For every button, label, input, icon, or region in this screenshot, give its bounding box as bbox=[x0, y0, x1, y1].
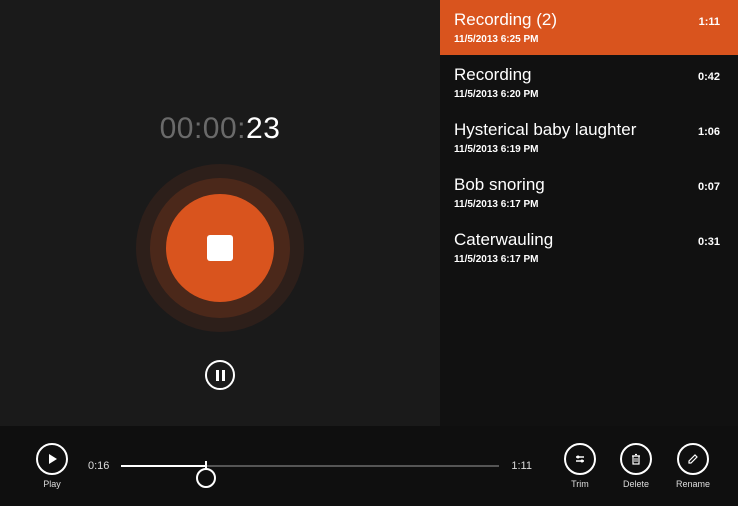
play-icon bbox=[46, 453, 58, 465]
playback-current-time: 0:16 bbox=[88, 460, 109, 472]
timer-seconds: 23 bbox=[246, 112, 280, 145]
rename-label: Rename bbox=[676, 479, 710, 489]
recording-title: Recording bbox=[454, 65, 539, 85]
recording-duration: 1:06 bbox=[698, 120, 720, 138]
recording-item[interactable]: Recording (2) 11/5/2013 6:25 PM 1:11 bbox=[440, 0, 738, 55]
trim-button[interactable] bbox=[564, 443, 596, 475]
recording-timestamp: 11/5/2013 6:19 PM bbox=[454, 144, 636, 155]
playback-bar: Play 0:16 1:11 Trim bbox=[0, 426, 738, 506]
recording-item[interactable]: Recording 11/5/2013 6:20 PM 0:42 bbox=[440, 55, 738, 110]
delete-button[interactable] bbox=[620, 443, 652, 475]
pencil-icon bbox=[686, 452, 700, 466]
stop-icon bbox=[207, 235, 233, 261]
pause-button[interactable] bbox=[205, 360, 235, 390]
trim-icon bbox=[573, 452, 587, 466]
recording-duration: 0:31 bbox=[698, 230, 720, 248]
recording-timestamp: 11/5/2013 6:20 PM bbox=[454, 89, 539, 100]
recording-title: Bob snoring bbox=[454, 175, 545, 195]
recording-title: Recording (2) bbox=[454, 10, 557, 30]
recording-timestamp: 11/5/2013 6:17 PM bbox=[454, 254, 553, 265]
pause-icon bbox=[216, 370, 225, 381]
recording-duration: 0:42 bbox=[698, 65, 720, 83]
recording-timer: 00:00:23 bbox=[160, 112, 281, 146]
delete-label: Delete bbox=[623, 479, 649, 489]
scrubber-handle[interactable] bbox=[196, 468, 216, 488]
trash-icon bbox=[629, 452, 643, 466]
stop-record-button[interactable] bbox=[166, 194, 274, 302]
playback-total-time: 1:11 bbox=[511, 460, 532, 472]
recordings-list[interactable]: Recording (2)11/5/2013 6:25 PM1:11Record… bbox=[440, 0, 738, 426]
rename-button[interactable] bbox=[677, 443, 709, 475]
recording-timestamp: 11/5/2013 6:17 PM bbox=[454, 199, 545, 210]
recording-panel: 00:00:23 bbox=[0, 0, 440, 426]
record-button-wrap bbox=[136, 164, 304, 332]
recording-title: Caterwauling bbox=[454, 230, 553, 250]
timer-dim: 00:00: bbox=[160, 112, 246, 145]
recording-duration: 1:11 bbox=[699, 10, 720, 28]
recording-duration: 0:07 bbox=[698, 175, 720, 193]
playback-scrubber[interactable] bbox=[121, 446, 499, 486]
recording-timestamp: 11/5/2013 6:25 PM bbox=[454, 34, 557, 45]
recording-item[interactable]: Hysterical baby laughter 11/5/2013 6:19 P… bbox=[440, 110, 738, 165]
trim-label: Trim bbox=[571, 479, 589, 489]
play-button[interactable] bbox=[36, 443, 68, 475]
recording-title: Hysterical baby laughter bbox=[454, 120, 636, 140]
recording-item[interactable]: Caterwauling 11/5/2013 6:17 PM 0:31 bbox=[440, 220, 738, 275]
recording-item[interactable]: Bob snoring 11/5/2013 6:17 PM 0:07 bbox=[440, 165, 738, 220]
play-label: Play bbox=[43, 479, 61, 489]
